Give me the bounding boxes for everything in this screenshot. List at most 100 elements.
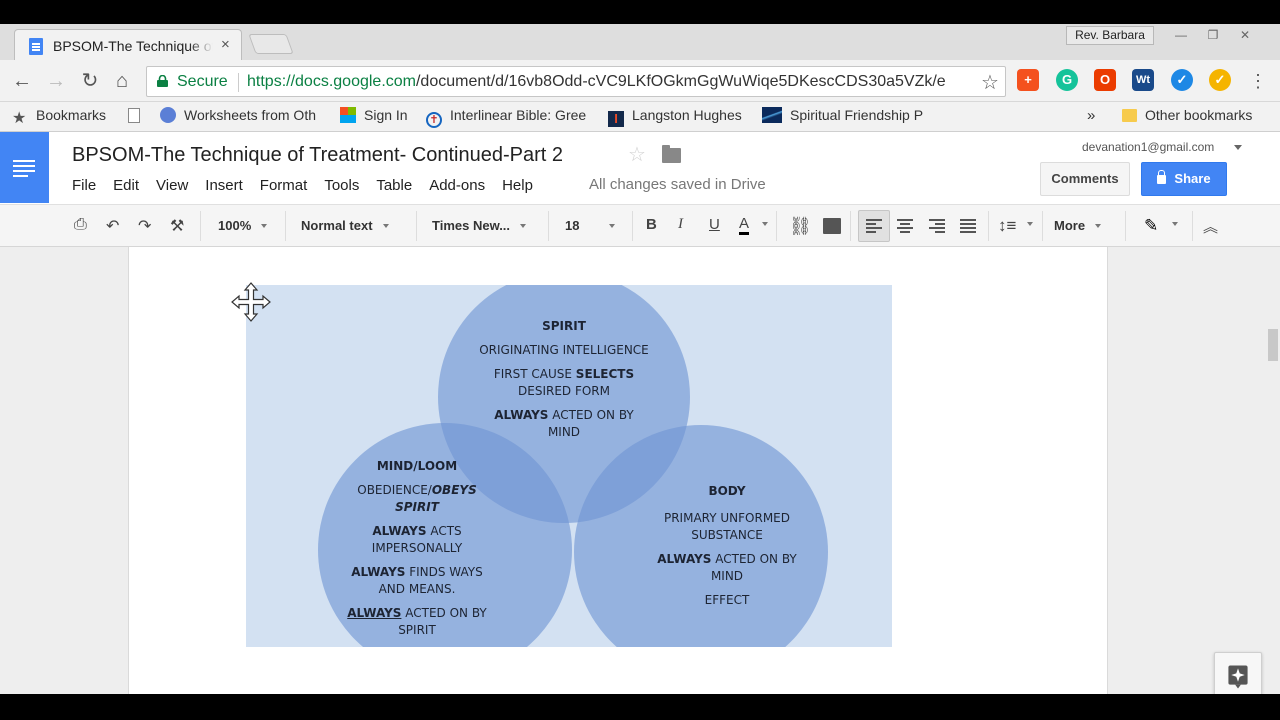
bookmark-interlinear-bible[interactable]: ✝ Interlinear Bible: Gree — [426, 107, 590, 128]
italic-button[interactable]: I — [678, 216, 683, 233]
more-button[interactable]: More — [1054, 218, 1102, 233]
menu-help[interactable]: Help — [502, 177, 533, 194]
bookmark-spiritual-friendship[interactable]: Spiritual Friendship P — [762, 107, 928, 123]
other-bookmarks-button[interactable]: Other bookmarks — [1122, 107, 1252, 123]
save-status[interactable]: All changes saved in Drive — [589, 176, 766, 193]
editing-mode-pencil-icon[interactable]: ✎ — [1144, 216, 1158, 236]
check-ext-icon[interactable]: ✓ — [1209, 69, 1231, 91]
mind-line: ACTED ON BY — [401, 606, 487, 620]
restore-icon[interactable]: ❐ — [1198, 26, 1228, 44]
account-dropdown-icon[interactable] — [1234, 145, 1242, 150]
shield-ext-icon[interactable]: ✓ — [1171, 69, 1193, 91]
folder-icon — [1122, 109, 1137, 122]
collapse-menus-icon[interactable]: ︽ — [1203, 216, 1218, 237]
forward-icon[interactable]: → — [44, 70, 68, 92]
profile-button[interactable]: Rev. Barbara — [1066, 26, 1154, 45]
office-icon[interactable]: O — [1094, 69, 1116, 91]
align-center-icon[interactable] — [897, 219, 913, 233]
toolbar-divider — [776, 211, 777, 241]
menu-view[interactable]: View — [156, 177, 188, 194]
venn-diagram-image[interactable]: SPIRIT ORIGINATING INTELLIGENCE FIRST CA… — [246, 285, 892, 647]
bold-button[interactable]: B — [646, 216, 657, 233]
share-button[interactable]: Share — [1141, 162, 1227, 196]
justify-icon[interactable] — [960, 219, 976, 233]
spirit-line: ACTED ON BY — [548, 408, 634, 422]
chevron-down-icon[interactable] — [1027, 222, 1033, 226]
account-email[interactable]: devanation1@gmail.com — [1082, 140, 1214, 154]
docs-home-icon[interactable] — [0, 132, 49, 203]
vertical-scrollbar-thumb[interactable] — [1268, 329, 1278, 361]
star-document-icon[interactable]: ☆ — [628, 142, 646, 167]
print-icon[interactable]: ⎙ — [74, 216, 87, 234]
paint-format-icon[interactable]: ⚒ — [170, 216, 184, 236]
more-bookmarks-button[interactable]: » — [1087, 107, 1095, 124]
menu-format[interactable]: Format — [260, 177, 308, 194]
home-icon[interactable]: ⌂ — [110, 70, 134, 92]
url-text[interactable]: https://docs.google.com/document/d/16vb8… — [247, 73, 971, 91]
explore-button[interactable] — [1214, 652, 1262, 694]
browser-tab[interactable]: BPSOM-The Technique of Treatment- Contin… — [14, 29, 242, 60]
comments-button[interactable]: Comments — [1040, 162, 1130, 196]
menu-edit[interactable]: Edit — [113, 177, 139, 194]
bookmark-bookmarks[interactable]: ★ Bookmarks — [12, 107, 106, 127]
bookmark-page[interactable] — [128, 107, 148, 123]
bookmark-worksheets[interactable]: Worksheets from Oth — [160, 107, 324, 123]
underline-button[interactable]: U — [709, 216, 720, 233]
redo-icon[interactable]: ↷ — [138, 216, 151, 236]
back-icon[interactable]: ← — [10, 70, 34, 92]
i-icon: I — [608, 111, 624, 127]
reload-icon[interactable]: ↻ — [78, 70, 102, 92]
grammarly-icon[interactable]: G — [1056, 69, 1078, 91]
move-to-folder-icon[interactable] — [662, 145, 681, 163]
document-title[interactable]: BPSOM-The Technique of Treatment- Contin… — [72, 144, 563, 167]
line-spacing-icon[interactable]: ↕≡ — [998, 216, 1016, 236]
bookmark-sign-in[interactable]: Sign In — [340, 107, 408, 123]
style-select[interactable]: Normal text — [301, 218, 389, 233]
chevron-down-icon — [261, 224, 268, 228]
menu-tools[interactable]: Tools — [324, 177, 359, 194]
google-plus-icon[interactable]: + — [1017, 69, 1039, 91]
wt-icon[interactable]: Wt — [1132, 69, 1154, 91]
landscape-icon — [762, 107, 782, 123]
address-bar[interactable]: Secure https://docs.google.com/document/… — [146, 66, 1006, 97]
new-tab-button[interactable] — [248, 34, 294, 54]
undo-icon[interactable]: ↶ — [106, 216, 119, 236]
link-icon[interactable]: ⛓ — [789, 216, 812, 237]
font-select[interactable]: Times New... — [432, 218, 527, 233]
bookmark-langston-hughes[interactable]: I Langston Hughes — [608, 107, 742, 127]
menu-file[interactable]: File — [72, 177, 96, 194]
spirit-line: MIND — [547, 425, 581, 439]
close-tab-icon[interactable]: × — [221, 36, 230, 53]
share-label: Share — [1174, 171, 1211, 186]
menu-table[interactable]: Table — [376, 177, 412, 194]
chevron-down-icon[interactable] — [762, 222, 768, 226]
font-size-select[interactable]: 18 — [565, 218, 616, 233]
mind-line-bold: ALWAYS — [372, 524, 427, 538]
mind-line-bold: OBEYS — [431, 483, 477, 497]
bookmark-star-icon[interactable]: ☆ — [981, 70, 999, 95]
toolbar-divider — [1125, 211, 1126, 241]
body-line: PRIMARY UNFORMED — [663, 511, 790, 525]
spirit-line-bold: SELECTS — [575, 367, 635, 381]
bookmark-label: Bookmarks — [36, 107, 107, 123]
menu-insert[interactable]: Insert — [205, 177, 243, 194]
text-color-button[interactable]: A — [739, 216, 750, 235]
zoom-select[interactable]: 100% — [218, 218, 268, 233]
document-canvas[interactable]: SPIRIT ORIGINATING INTELLIGENCE FIRST CA… — [0, 247, 1280, 694]
align-right-icon[interactable] — [929, 219, 945, 233]
chrome-menu-icon[interactable]: ⋮ — [1246, 70, 1270, 92]
bookmark-label: Interlinear Bible: Gree — [450, 107, 587, 123]
navigation-bar: ← → ↻ ⌂ Secure https://docs.google.com/d… — [0, 60, 1280, 102]
align-left-icon[interactable] — [866, 219, 882, 233]
more-label: More — [1054, 218, 1086, 233]
menu-add-ons[interactable]: Add-ons — [429, 177, 485, 194]
comment-icon[interactable] — [823, 218, 841, 234]
close-window-icon[interactable]: ✕ — [1230, 26, 1260, 44]
font-size-value: 18 — [565, 218, 580, 233]
body-line: SUBSTANCE — [691, 528, 763, 542]
chevron-down-icon[interactable] — [1172, 222, 1178, 226]
minimize-icon[interactable]: — — [1166, 26, 1196, 44]
bookmark-label: Other bookmarks — [1145, 107, 1253, 123]
url-path: /document/d/16vb8Odd-cVC9LKfOGkmGgWuWiqe… — [415, 73, 946, 90]
lock-icon — [1157, 170, 1167, 184]
